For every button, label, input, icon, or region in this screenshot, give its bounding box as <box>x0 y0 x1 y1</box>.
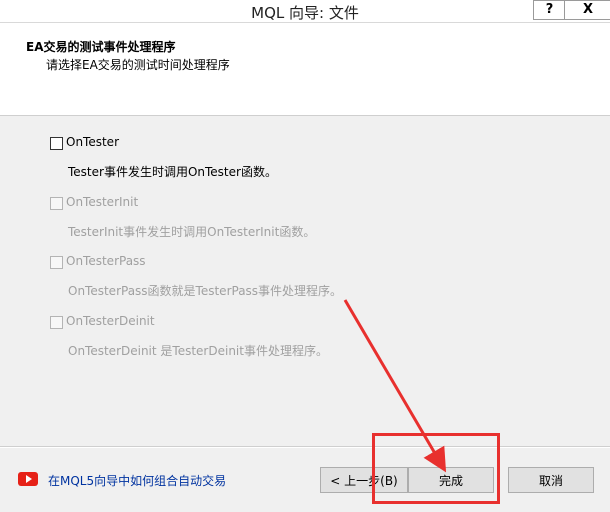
annotation-arrow-icon <box>343 299 447 473</box>
